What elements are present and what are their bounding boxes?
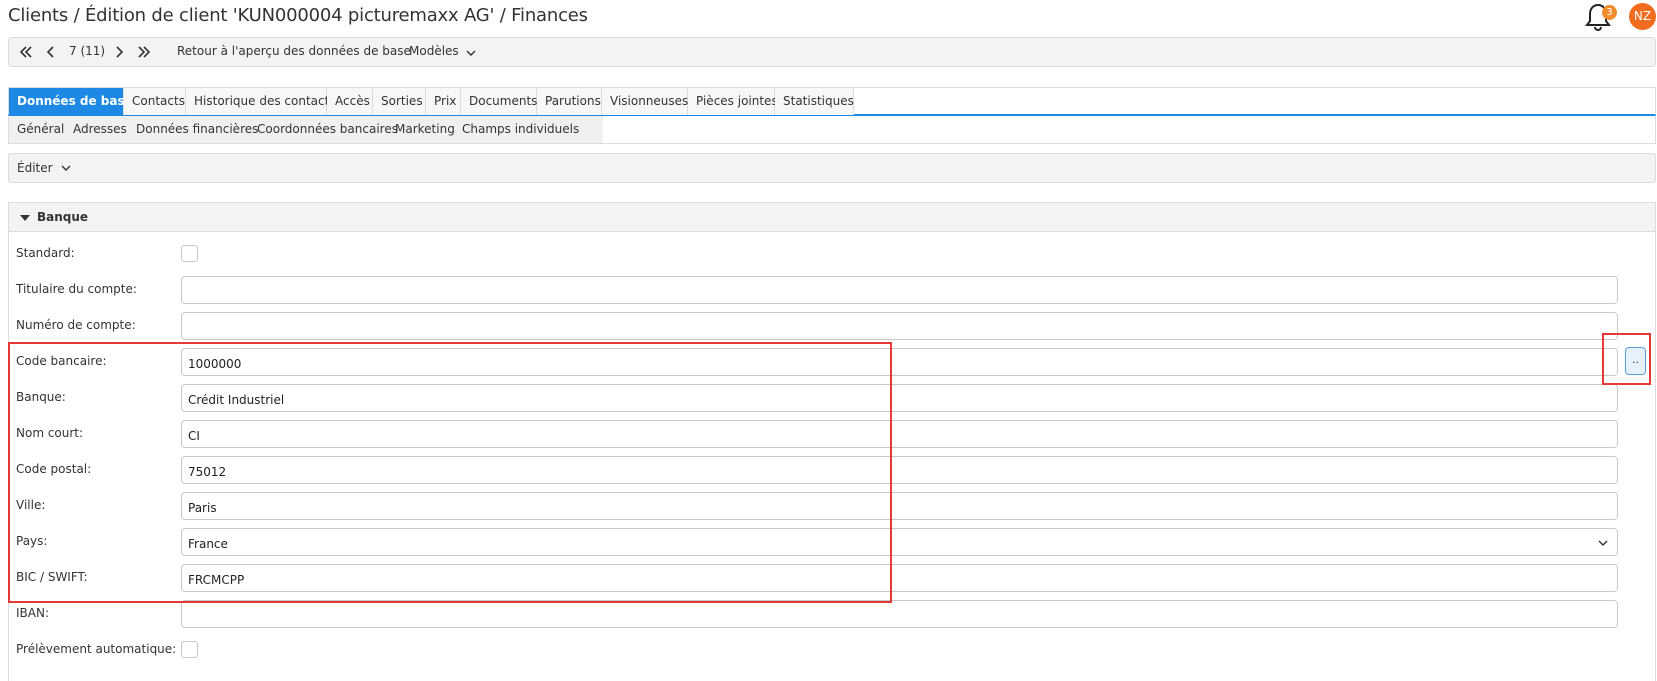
page-title: Clients / Édition de client 'KUN000004 p… <box>8 5 588 26</box>
subtab-champs-individuels[interactable]: Champs individuels <box>462 122 579 136</box>
subtab-general[interactable]: Général <box>17 122 64 136</box>
notification-badge: 3 <box>1602 5 1617 20</box>
country-selected-value: France <box>188 537 228 551</box>
panel-title: Banque <box>37 210 89 224</box>
tab-donnees-de-base[interactable]: Données de base <box>9 88 133 115</box>
city-field[interactable]: Paris <box>181 492 1618 520</box>
tab-prix[interactable]: Prix <box>426 88 461 115</box>
avatar[interactable]: NZ <box>1629 3 1656 30</box>
account-number-label: Numéro de compte: <box>16 318 136 332</box>
templates-menu[interactable]: Modèles <box>409 44 459 58</box>
subtab-donnees-financieres[interactable]: Données financières <box>136 122 258 136</box>
edit-toolbar: Éditer <box>8 153 1656 183</box>
account-holder-field[interactable] <box>181 276 1618 304</box>
bic-swift-label: BIC / SWIFT: <box>16 570 88 584</box>
postal-code-field[interactable]: 75012 <box>181 456 1618 484</box>
short-name-field[interactable]: CI <box>181 420 1618 448</box>
country-select[interactable]: France <box>181 528 1618 556</box>
bank-code-label: Code bancaire: <box>16 354 107 368</box>
tab-pieces-jointes[interactable]: Pièces jointes <box>688 88 778 115</box>
direct-debit-label: Prélèvement automatique: <box>16 642 177 656</box>
tab-historique-des-contacts[interactable]: Historique des contacts <box>186 88 336 115</box>
standard-checkbox[interactable] <box>181 245 198 262</box>
country-label: Pays: <box>16 534 48 548</box>
previous-record-icon[interactable] <box>45 45 57 59</box>
iban-field[interactable] <box>181 600 1618 628</box>
bank-label: Banque: <box>16 390 66 404</box>
last-record-icon[interactable] <box>137 45 151 59</box>
bank-field[interactable]: Crédit Industriel <box>181 384 1618 412</box>
postal-code-label: Code postal: <box>16 462 92 476</box>
tab-acces[interactable]: Accès <box>327 88 373 115</box>
collapse-triangle-icon <box>20 215 30 221</box>
account-holder-label: Titulaire du compte: <box>16 282 137 296</box>
tab-visionneuses[interactable]: Visionneuses <box>602 88 688 115</box>
chevron-down-icon <box>466 50 476 56</box>
record-position: 7 (11) <box>69 44 106 58</box>
edit-menu[interactable]: Éditer <box>17 161 53 175</box>
city-label: Ville: <box>16 498 46 512</box>
subtab-coordonnees-bancaires[interactable]: Coordonnées bancaires <box>257 122 398 136</box>
bic-swift-field[interactable]: FRCMCPP <box>181 564 1618 592</box>
bank-lookup-button[interactable]: .. <box>1625 347 1646 375</box>
subtab-marketing[interactable]: Marketing <box>395 122 455 136</box>
main-tabs: Données de base Contacts Historique des … <box>8 87 1656 116</box>
standard-label: Standard: <box>16 246 75 260</box>
tab-sorties[interactable]: Sorties <box>373 88 426 115</box>
iban-label: IBAN: <box>16 606 49 620</box>
bank-code-field[interactable]: 1000000 <box>181 348 1618 376</box>
account-number-field[interactable] <box>181 312 1618 340</box>
chevron-down-icon <box>61 165 71 171</box>
tab-contacts[interactable]: Contacts <box>124 88 186 115</box>
back-to-overview-link[interactable]: Retour à l'aperçu des données de base <box>177 44 411 58</box>
sub-tabs: Général Adresses Données financières Coo… <box>8 116 1656 144</box>
tab-statistiques[interactable]: Statistiques <box>775 88 854 115</box>
next-record-icon[interactable] <box>113 45 125 59</box>
tab-documents[interactable]: Documents <box>461 88 537 115</box>
record-navigation-bar: 7 (11) Retour à l'aperçu des données de … <box>8 37 1656 67</box>
short-name-label: Nom court: <box>16 426 84 440</box>
chevron-down-icon <box>1598 540 1608 546</box>
tab-parutions[interactable]: Parutions <box>537 88 602 115</box>
first-record-icon[interactable] <box>19 45 33 59</box>
subtab-adresses[interactable]: Adresses <box>73 122 127 136</box>
direct-debit-checkbox[interactable] <box>181 641 198 658</box>
bank-panel-header[interactable]: Banque <box>9 203 1655 232</box>
